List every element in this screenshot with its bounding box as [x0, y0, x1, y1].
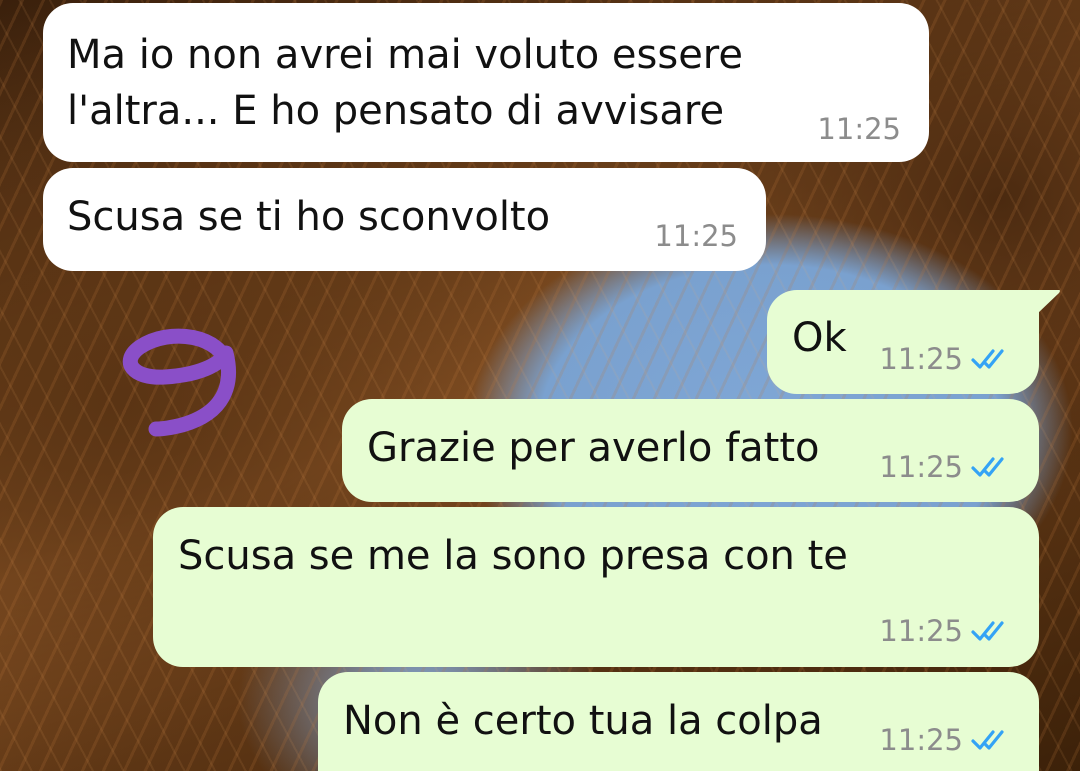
message-meta: 11:25 — [654, 220, 738, 252]
message-bubble-outgoing[interactable]: Ok 11:25 — [767, 290, 1039, 394]
read-double-check-icon — [971, 730, 1004, 750]
message-meta: 11:25 — [879, 451, 1017, 483]
handwritten-nine-mark — [122, 328, 236, 437]
message-time: 11:25 — [654, 219, 738, 253]
read-double-check-icon — [971, 349, 1004, 369]
message-time: 11:25 — [817, 112, 901, 146]
message-meta: 11:25 — [879, 724, 1017, 756]
message-time: 11:25 — [879, 723, 963, 757]
read-double-check-icon — [971, 457, 1004, 477]
message-text: Ok — [792, 315, 847, 361]
message-text: Scusa se me la sono presa con te — [178, 533, 848, 579]
message-bubble-incoming[interactable]: Ma io non avrei mai voluto essere l'altr… — [43, 3, 929, 162]
message-text: Grazie per averlo fatto — [367, 425, 820, 471]
message-meta: 11:25 — [879, 615, 1017, 647]
message-time: 11:25 — [879, 614, 963, 648]
message-text: Scusa se ti ho sconvolto — [67, 194, 551, 240]
message-bubble-outgoing[interactable]: Scusa se me la sono presa con te 11:25 — [153, 507, 1039, 667]
message-time: 11:25 — [879, 342, 963, 376]
message-text: Non è certo tua la colpa — [343, 698, 823, 744]
message-time: 11:25 — [879, 450, 963, 484]
message-bubble-incoming[interactable]: Scusa se ti ho sconvolto 11:25 — [43, 168, 766, 271]
message-text: Ma io non avrei mai voluto essere l'altr… — [67, 32, 743, 134]
read-double-check-icon — [971, 621, 1004, 641]
message-bubble-outgoing[interactable]: Grazie per averlo fatto 11:25 — [342, 399, 1039, 502]
message-meta: 11:25 — [879, 343, 1017, 375]
bubble-tail — [1037, 290, 1060, 314]
message-bubble-outgoing[interactable]: Non è certo tua la colpa 11:25 — [318, 672, 1039, 771]
message-meta: 11:25 — [817, 113, 901, 145]
